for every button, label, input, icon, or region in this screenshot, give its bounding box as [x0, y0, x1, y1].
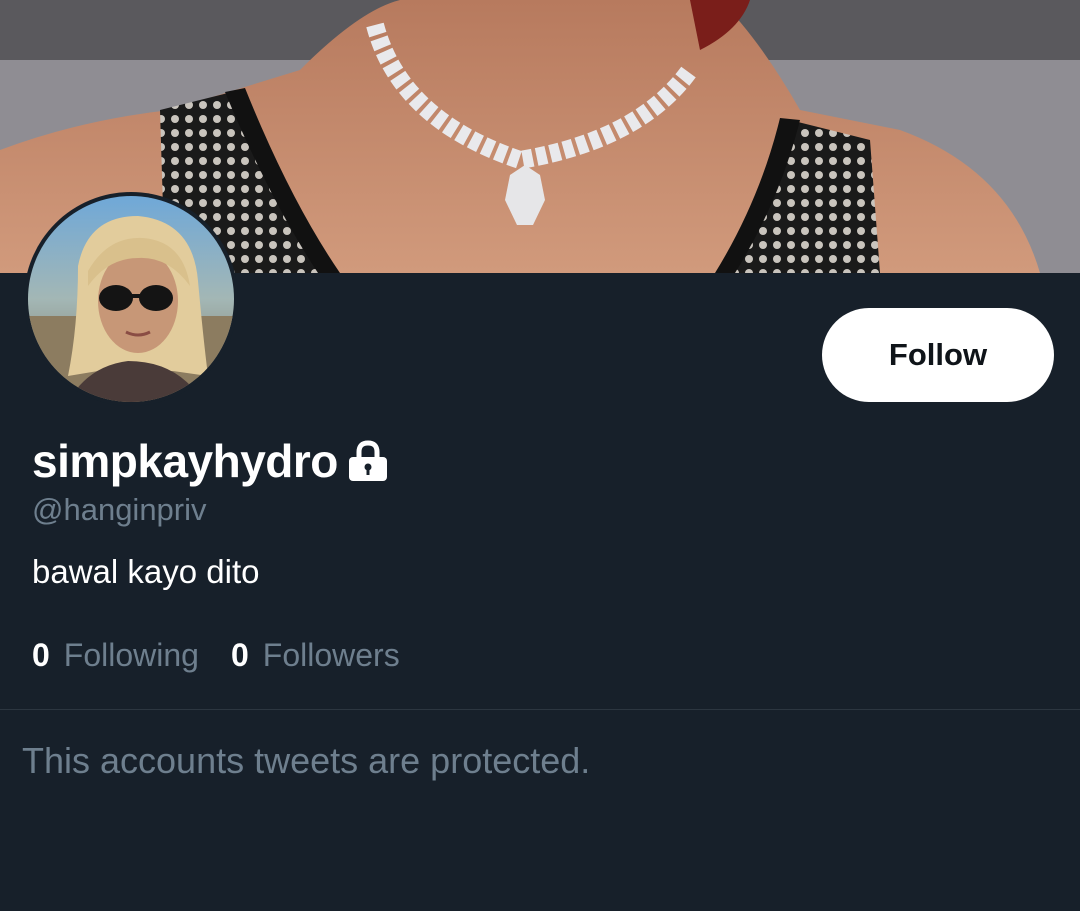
followers-stat[interactable]: 0 Followers — [231, 637, 400, 674]
profile-handle: @hanginpriv — [32, 492, 207, 527]
follow-button[interactable]: Follow — [822, 308, 1054, 402]
following-count: 0 — [32, 637, 50, 673]
display-name: simpkayhydro — [32, 435, 338, 487]
avatar-image — [28, 196, 234, 402]
divider — [0, 709, 1080, 710]
profile-stats: 0 Following 0 Followers — [32, 637, 400, 674]
protected-message: This accounts tweets are protected. — [22, 740, 591, 781]
followers-label: Followers — [262, 637, 400, 673]
display-name-row: simpkayhydro — [32, 430, 390, 492]
lock-icon — [346, 439, 390, 483]
avatar[interactable] — [24, 192, 238, 406]
followers-count: 0 — [230, 637, 249, 673]
following-label: Following — [63, 637, 199, 673]
following-stat[interactable]: 0 Following — [32, 637, 199, 674]
profile-page: Follow simpkayhydro @hanginpriv bawal ka… — [0, 0, 1080, 911]
profile-bio: bawal kayo dito — [32, 553, 260, 590]
